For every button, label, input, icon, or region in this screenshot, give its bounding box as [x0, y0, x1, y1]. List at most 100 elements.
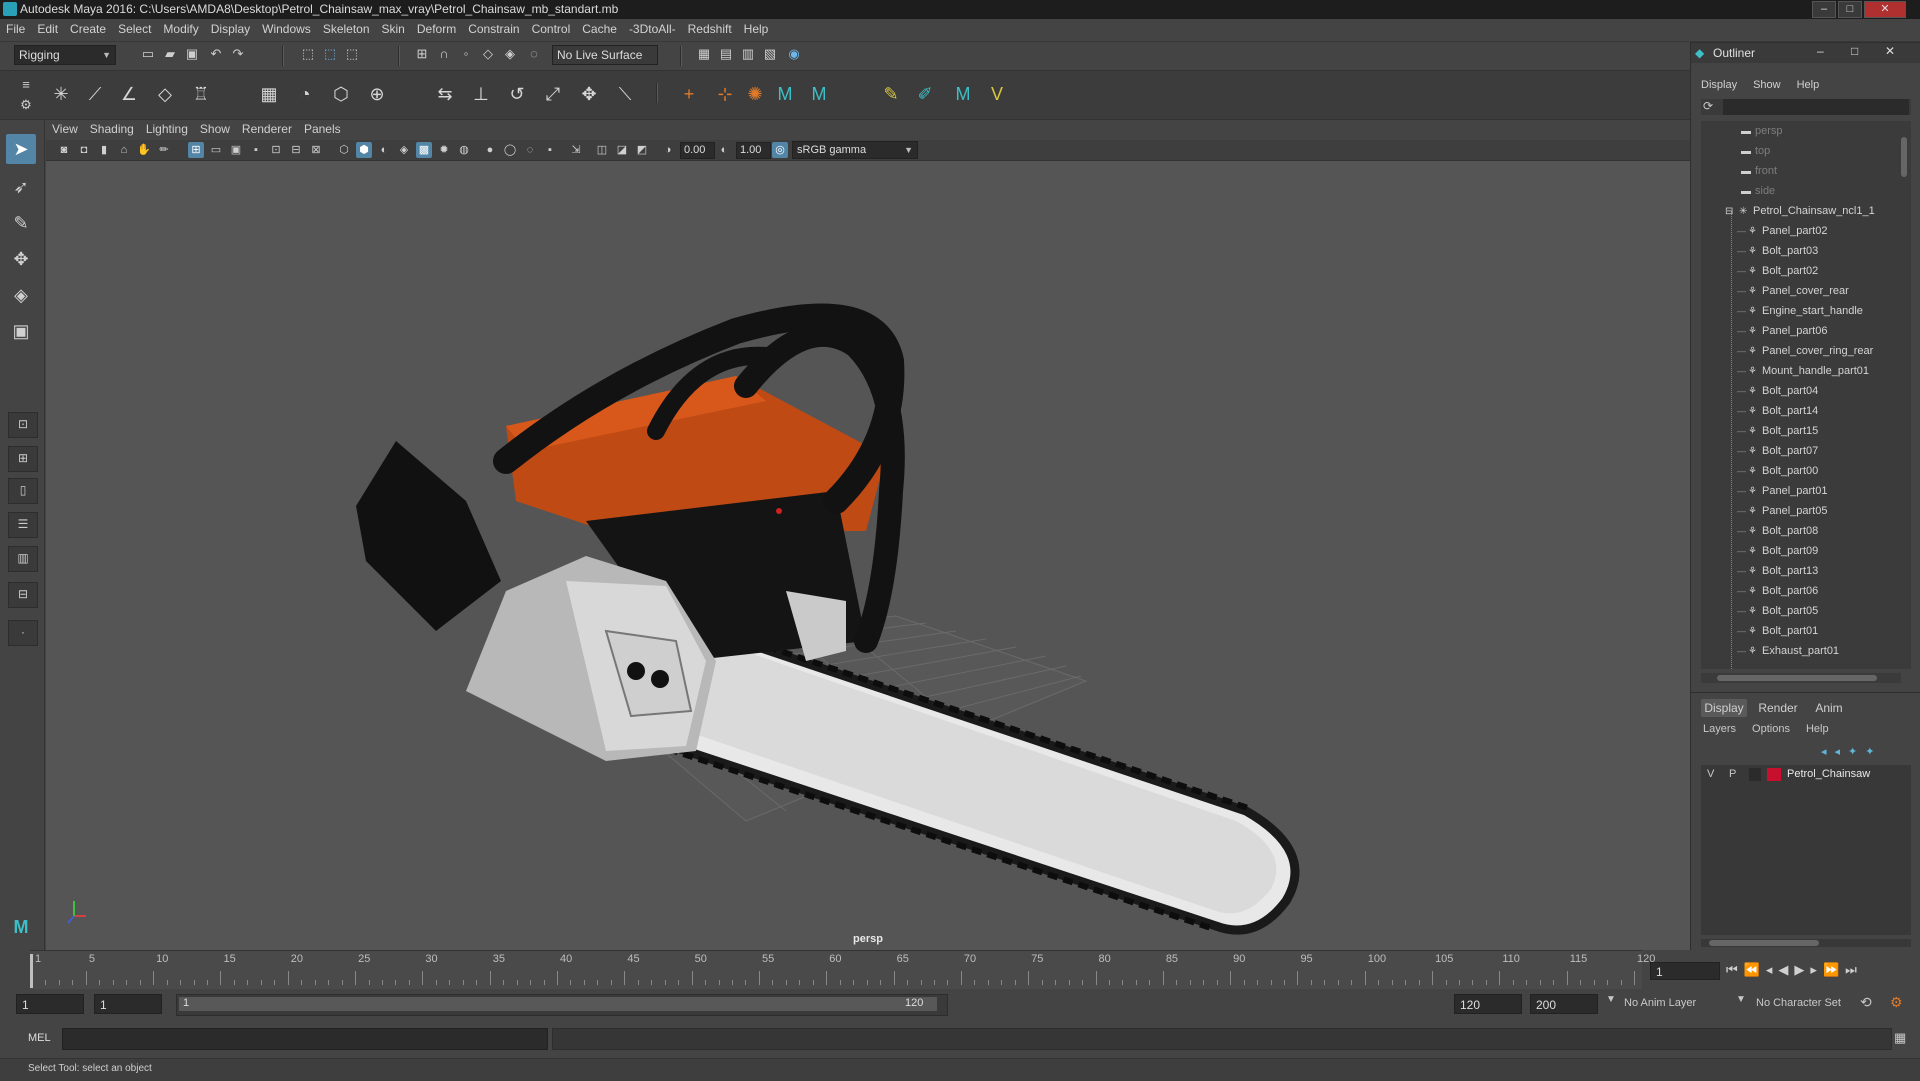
tree-item-mesh[interactable]: — ⚘ Bolt_part04 — [1737, 381, 1818, 401]
tree-item-mesh[interactable]: — ⚘ Panel_part02 — [1737, 221, 1827, 241]
scroll-thumb[interactable] — [1717, 675, 1877, 681]
gate-mask-icon[interactable]: ▪ — [248, 142, 264, 158]
tree-item-camera[interactable]: ▬ top — [1741, 141, 1770, 161]
layer-visibility-toggle[interactable]: V — [1707, 768, 1714, 780]
lattice-icon[interactable]: ⬡ — [328, 81, 354, 107]
gamma-icon[interactable]: ◐ — [716, 142, 732, 158]
maximize-button[interactable]: □ — [1838, 1, 1862, 18]
script-tool-icon[interactable]: ✎ — [878, 81, 904, 107]
paint-weights-icon[interactable]: ◔ — [292, 81, 318, 107]
blend-shape-icon[interactable]: ✺ — [742, 81, 768, 107]
ipr-render-icon[interactable]: ▥ — [740, 46, 756, 62]
go-to-end-icon[interactable]: ⏭ — [1845, 962, 1863, 977]
tree-item-mesh[interactable]: — ⚘ Bolt_part13 — [1737, 561, 1818, 581]
vp-menu-view[interactable]: View — [46, 120, 84, 138]
tree-item-mesh[interactable]: — ⚘ Exhaust_part01 — [1737, 641, 1839, 661]
lasso-tool-icon[interactable]: ➶ — [6, 172, 36, 202]
chevron-down-icon[interactable]: ▼ — [1736, 994, 1746, 1005]
snap-grid-icon[interactable]: ⊞ — [414, 46, 430, 62]
scroll-thumb[interactable] — [1901, 137, 1907, 177]
maya-m-icon[interactable]: M — [772, 81, 798, 107]
select-hierarchy-icon[interactable]: ⬚ — [300, 46, 316, 62]
redo-icon[interactable]: ↷ — [230, 46, 246, 62]
tree-item-mesh[interactable]: — ⚘ Bolt_part08 — [1737, 521, 1818, 541]
use-all-lights-icon[interactable]: ✹ — [436, 142, 452, 158]
vp-menu-renderer[interactable]: Renderer — [236, 120, 298, 138]
snap-curve-icon[interactable]: ∩ — [436, 46, 452, 62]
snap-plane-icon[interactable]: ◇ — [480, 46, 496, 62]
menu-deform[interactable]: Deform — [411, 19, 462, 39]
scale-tool-icon[interactable]: ▣ — [6, 316, 36, 346]
menu-control[interactable]: Control — [526, 19, 577, 39]
layer-name[interactable]: Petrol_Chainsaw — [1787, 768, 1870, 780]
tree-item-mesh[interactable]: — ⚘ Panel_cover_rear — [1737, 281, 1849, 301]
persp-graph-layout-icon[interactable]: ☰ — [8, 512, 38, 538]
aim-constraint-icon[interactable]: ✥ — [576, 81, 602, 107]
outliner-vscroll[interactable] — [1899, 121, 1909, 669]
scroll-thumb[interactable] — [1709, 940, 1819, 946]
joint-tool-icon[interactable]: ✳ — [48, 81, 74, 107]
move-tool-icon[interactable]: ✥ — [6, 244, 36, 274]
tab-anim[interactable]: Anim — [1807, 699, 1851, 717]
xray-icon[interactable]: ◫ — [594, 142, 610, 158]
tree-item-mesh[interactable]: — ⚘ Bolt_part07 — [1737, 441, 1818, 461]
end-time-field[interactable]: 200 — [1530, 994, 1598, 1014]
script-language-label[interactable]: MEL — [28, 1032, 51, 1044]
hypershade-icon[interactable]: ◉ — [786, 46, 802, 62]
layer-row[interactable]: V P Petrol_Chainsaw — [1701, 765, 1911, 785]
grease-pencil-icon[interactable]: ✏ — [156, 142, 172, 158]
step-back-frame-icon[interactable]: ◂ — [1766, 962, 1779, 977]
menu-redshift[interactable]: Redshift — [682, 19, 738, 39]
layout-options-icon[interactable]: · — [8, 620, 38, 646]
snap-point-icon[interactable]: ◦ — [458, 46, 474, 62]
shelf-menu-icon[interactable]: ≡ — [18, 77, 34, 93]
layer-menu-layers[interactable]: Layers — [1699, 723, 1744, 735]
rotate-tool-icon[interactable]: ◈ — [6, 280, 36, 310]
layer-action-icons[interactable]: ◂◂✦✦ — [1821, 745, 1882, 758]
undo-icon[interactable]: ↶ — [208, 46, 224, 62]
play-forwards-icon[interactable]: ▶ — [1794, 962, 1810, 977]
outliner-close-button[interactable]: ✕ — [1885, 44, 1895, 58]
render-settings-icon[interactable]: ▧ — [762, 46, 778, 62]
tab-render[interactable]: Render — [1753, 699, 1803, 717]
timeline-ruler[interactable]: 1 5 10 15 20 25 30 35 40 45 50 55 60 65 70 75 80 85 90 95 10… — [30, 950, 1655, 989]
tree-item-mesh[interactable]: — ⚘ Panel_part05 — [1737, 501, 1827, 521]
menu-skin[interactable]: Skin — [376, 19, 411, 39]
tree-item-mesh[interactable]: — ⚘ Bolt_part02 — [1737, 261, 1818, 281]
layer-playback-toggle[interactable]: P — [1729, 768, 1736, 780]
image-plane-icon[interactable]: ⌂ — [116, 142, 132, 158]
viewport-3d[interactable]: persp — [46, 161, 1690, 950]
step-forward-frame-icon[interactable]: ▸ — [1810, 962, 1823, 977]
tree-item-mesh[interactable]: — ⚘ Engine_start_handle — [1737, 301, 1863, 321]
gamma-field[interactable]: 1.00 — [736, 142, 771, 159]
tree-item-camera[interactable]: ▬ side — [1741, 181, 1775, 201]
menu-windows[interactable]: Windows — [256, 19, 317, 39]
shelf-settings-icon[interactable]: ⚙ — [18, 97, 34, 113]
wireframe-on-shaded-icon[interactable]: ◈ — [396, 142, 412, 158]
parent-constraint-icon[interactable]: ⇆ — [432, 81, 458, 107]
script-editor-icon[interactable]: ▦ — [1894, 1030, 1906, 1046]
tree-item-mesh[interactable]: — ⚘ Bolt_part06 — [1737, 581, 1818, 601]
play-backwards-icon[interactable]: ◀ — [1778, 962, 1794, 977]
playback-end-field[interactable]: 120 — [1454, 994, 1522, 1014]
render-view-icon[interactable]: ▦ — [696, 46, 712, 62]
paint-select-icon[interactable]: ✎ — [6, 208, 36, 238]
refresh-icon[interactable]: ⟳ — [1703, 99, 1713, 113]
outliner-minimize-button[interactable]: – — [1817, 44, 1824, 58]
maya-m2-icon[interactable]: M — [806, 81, 832, 107]
collapse-icon[interactable]: ⊟ — [1725, 202, 1739, 222]
ik-handle-icon[interactable]: ⟋ — [82, 81, 108, 107]
tree-item-mesh[interactable]: — ⚘ Bolt_part05 — [1737, 601, 1818, 621]
current-frame-field[interactable]: 1 — [1650, 962, 1720, 980]
tree-item-mesh[interactable]: — ⚘ Bolt_part15 — [1737, 421, 1818, 441]
menu-skeleton[interactable]: Skeleton — [317, 19, 376, 39]
menu-help[interactable]: Help — [738, 19, 775, 39]
minimize-button[interactable]: – — [1812, 1, 1836, 18]
maya-m3-icon[interactable]: M — [950, 81, 976, 107]
tab-display[interactable]: Display — [1701, 699, 1747, 717]
vp-menu-lighting[interactable]: Lighting — [140, 120, 194, 138]
menu-modify[interactable]: Modify — [157, 19, 204, 39]
menu-edit[interactable]: Edit — [31, 19, 64, 39]
tree-item-mesh[interactable]: — ⚘ Bolt_part01 — [1737, 621, 1818, 641]
open-scene-icon[interactable]: ▰ — [162, 46, 178, 62]
